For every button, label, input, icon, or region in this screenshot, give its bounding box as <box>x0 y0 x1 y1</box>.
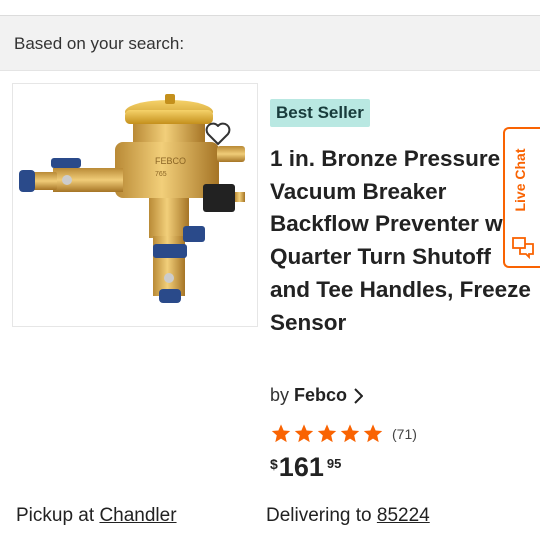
live-chat-button[interactable]: Live Chat <box>503 127 540 268</box>
heart-outline-icon[interactable] <box>205 122 231 146</box>
price-cents: 95 <box>326 456 342 471</box>
price-dollars: 161 <box>278 452 324 482</box>
chat-bubbles-icon <box>512 237 534 259</box>
live-chat-label: Live Chat <box>512 148 528 212</box>
product-title[interactable]: 1 in. Bronze Pressure Vacuum Breaker Bac… <box>270 143 532 339</box>
brand-prefix: by <box>270 385 290 405</box>
price: $ 161 95 <box>270 452 341 482</box>
top-header-edge <box>0 0 540 16</box>
svg-text:FEBCO: FEBCO <box>155 156 186 166</box>
star-icon <box>363 424 383 443</box>
price-currency: $ <box>270 456 278 472</box>
delivery-prefix: Delivering to <box>266 505 372 526</box>
delivery-info: Delivering to 85224 <box>266 505 430 527</box>
star-icon <box>271 424 291 443</box>
chevron-right-icon <box>354 387 364 404</box>
backflow-preventer-valve-image: FEBCO 765 <box>19 94 245 303</box>
star-rating <box>270 423 384 444</box>
star-icon <box>294 424 314 443</box>
brand-name[interactable]: Febco <box>294 385 347 406</box>
pickup-prefix: Pickup at <box>16 505 95 526</box>
product-card[interactable]: FEBCO 765 Best Seller 1 in. Bronze Press… <box>0 70 540 540</box>
pickup-info: Pickup at Chandler <box>16 505 177 527</box>
section-heading: Based on your search: <box>14 34 185 53</box>
svg-text:765: 765 <box>155 171 167 178</box>
delivery-zip-link[interactable]: 85224 <box>377 505 430 526</box>
best-seller-badge: Best Seller <box>270 99 370 127</box>
review-count[interactable]: (71) <box>392 426 417 442</box>
product-image[interactable]: FEBCO 765 <box>12 83 258 327</box>
pickup-store-link[interactable]: Chandler <box>99 505 176 526</box>
star-icon <box>317 424 337 443</box>
star-icon <box>340 424 360 443</box>
brand-link[interactable]: by Febco <box>270 385 364 406</box>
rating[interactable]: (71) <box>270 423 417 444</box>
